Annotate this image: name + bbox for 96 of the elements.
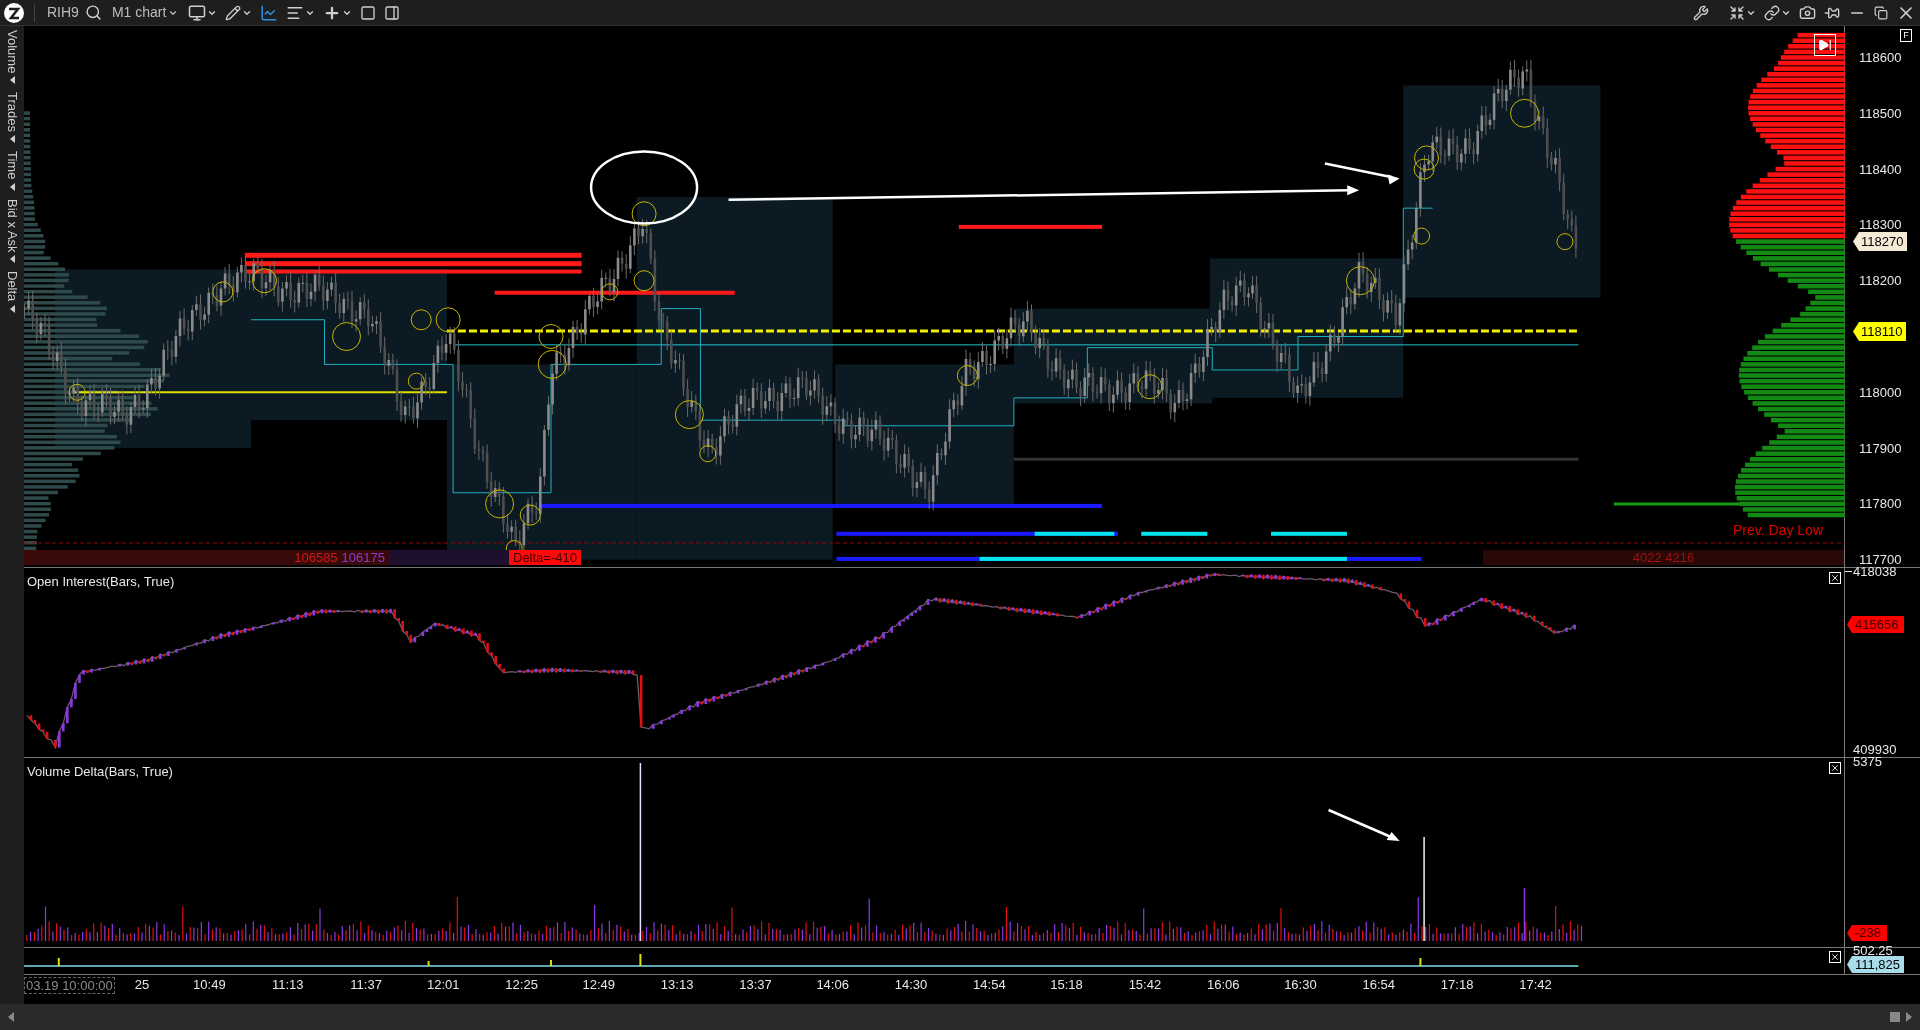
signal-circle [435,307,461,333]
time-label: 10:49 [193,978,226,991]
current-value-tag: 415656 [1847,616,1905,633]
time-label: 12:01 [427,978,460,991]
signal-circle [407,372,425,390]
ask-total: 106585 [294,551,338,564]
close-panel-icon[interactable] [1829,572,1841,584]
caret-icon [9,255,15,264]
current-value-tag: 111,825 [1847,956,1905,973]
signal-circle [1556,233,1574,251]
close-panel-icon[interactable] [1829,951,1841,963]
scroll-right-icon[interactable] [1906,1012,1912,1022]
axis-label: 5375 [1853,755,1882,768]
time-label: 25 [134,978,150,991]
scroll-thumb[interactable] [1890,1012,1900,1022]
price-tick: 118000 [1859,385,1902,399]
time-label: 16:54 [1362,978,1396,991]
side-tab[interactable]: Trades [2,92,22,144]
signal-circle [537,349,567,379]
signal-circle [1137,374,1163,400]
signal-circle [1413,227,1431,245]
signal-circle [332,322,362,351]
link-icon [1764,4,1780,21]
f-button[interactable]: F [1900,29,1912,42]
time-label: 14:06 [816,978,849,991]
signal-circle [538,324,564,349]
time-label: 13:13 [660,978,694,991]
caret-icon [9,182,15,191]
panel-title: Volume Delta(Bars, True) [27,763,173,781]
time-label: 15:18 [1050,978,1083,991]
time-label: 13:37 [739,978,772,991]
signal-circle [956,365,978,387]
last-price-tag: 118270 [1853,232,1908,251]
side-tab[interactable]: Delta [2,271,22,313]
symbol-selector[interactable]: RIH9 [45,2,81,23]
scroll-end-icon[interactable] [1814,34,1836,56]
price-tick: 117900 [1859,441,1902,455]
axis-label: 502.25 [1853,944,1893,957]
volume-totals: 4022 4216 [1632,551,1695,564]
signal-circle [601,283,619,301]
time-label: 14:54 [973,978,1006,991]
signal-circle [212,281,234,303]
signal-circle [68,383,86,401]
time-label: 14:30 [894,978,928,991]
side-tab[interactable]: Bid x Ask [2,198,22,264]
time-label: 12:25 [505,978,538,991]
signal-circle [674,400,704,430]
shrink-icon [1729,4,1745,21]
price-tick: 118600 [1859,51,1902,64]
time-start-label: 03.19 10:00:00 [24,977,115,994]
delta-label: Delta=-410 [509,550,581,565]
caret-icon [9,135,15,144]
side-tab[interactable]: Volume [2,30,22,85]
signal-circle [410,309,432,331]
caret-icon [9,76,15,85]
scroll-left-icon[interactable] [8,1012,14,1022]
app-logo-icon[interactable] [4,2,24,23]
signal-circle [1510,98,1539,128]
signal-circle [699,445,717,463]
current-value-tag: -238 [1847,925,1888,941]
time-label: 16:30 [1284,978,1317,991]
axis-label: 409930 [1853,743,1897,756]
price-tick: 118400 [1859,162,1902,176]
caret-icon [9,304,15,313]
time-label: 17:42 [1519,978,1552,991]
price-tick: 117800 [1859,497,1902,511]
price-tick: 118300 [1859,218,1902,232]
time-label: 11:13 [271,978,304,991]
price-tick: 118200 [1859,274,1902,288]
bid-total: 106175 [341,551,385,564]
signal-circle [519,504,541,526]
close-panel-icon[interactable] [1829,762,1841,774]
time-label: 11:37 [350,978,382,991]
time-label: 16:06 [1207,978,1240,991]
signal-circle [1413,158,1435,180]
axis-label: 418038 [1853,565,1897,578]
time-label: 17:18 [1440,978,1474,991]
price-tick: 118500 [1859,106,1902,120]
pencil-icon [225,4,242,21]
side-tab[interactable]: Time [2,151,22,191]
level-price-tag: 118110 [1853,322,1907,341]
signal-circle [1414,145,1440,171]
signal-circle [252,268,277,294]
horizontal-scrollbar[interactable] [0,1004,1920,1030]
signal-circle [485,489,515,519]
signal-circle [1345,266,1375,296]
signal-circle [633,270,655,292]
monitor-icon [188,3,207,22]
signal-circle [631,201,657,227]
time-label: 15:42 [1128,978,1162,991]
price-tick: 117700 [1859,553,1902,567]
panel-title: Open Interest(Bars, True) [27,573,175,591]
chart-menu[interactable]: M1 chart [105,2,185,23]
arrow [1328,808,1400,841]
chart-label: Prev. Day Low [1733,521,1823,540]
time-label: 12:49 [582,978,616,991]
